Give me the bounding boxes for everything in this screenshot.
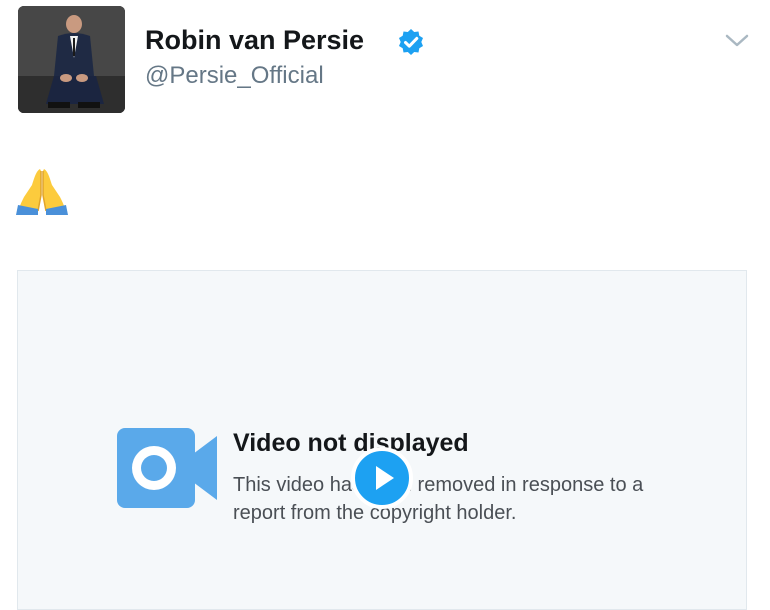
chevron-down-icon[interactable] (724, 33, 750, 49)
play-icon (376, 466, 394, 490)
user-handle[interactable]: @Persie_Official (145, 62, 324, 90)
folded-hands-emoji (16, 165, 68, 215)
video-removed-message: This video has been removed in response … (233, 474, 644, 524)
video-not-displayed-title: Video not displayed (233, 429, 469, 457)
play-button[interactable] (351, 447, 413, 509)
verified-badge-icon (397, 28, 425, 56)
display-name[interactable]: Robin van Persie (145, 25, 364, 56)
video-camera-icon (117, 428, 217, 508)
avatar[interactable] (18, 6, 125, 113)
